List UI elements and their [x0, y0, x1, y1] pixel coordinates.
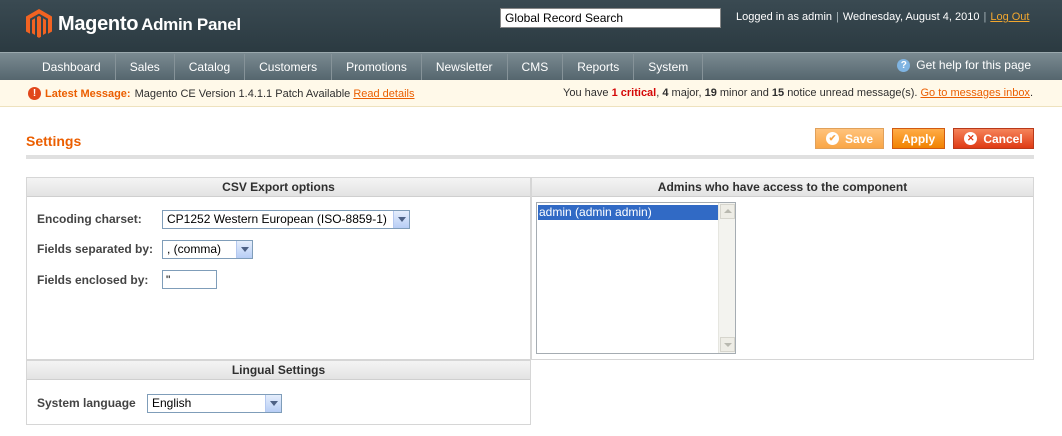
- admins-listbox[interactable]: admin (admin admin): [536, 202, 736, 354]
- nav-system[interactable]: System: [634, 54, 704, 80]
- cancel-button[interactable]: ✕ Cancel: [953, 128, 1034, 149]
- chevron-down-icon: [265, 395, 281, 412]
- chevron-down-icon: [393, 211, 409, 228]
- chevron-down-icon[interactable]: [720, 337, 735, 352]
- messages-inbox-link[interactable]: Go to messages inbox: [920, 87, 1029, 99]
- nav-catalog[interactable]: Catalog: [175, 54, 246, 80]
- magento-logo-icon: [26, 9, 52, 38]
- nav-reports[interactable]: Reports: [563, 54, 635, 80]
- nav-customers[interactable]: Customers: [245, 54, 333, 80]
- latest-message-label: Latest Message:: [45, 87, 131, 100]
- save-button[interactable]: ✔ Save: [815, 128, 884, 149]
- major-count: 4: [662, 87, 669, 99]
- encoding-select[interactable]: CP1252 Western European (ISO-8859-1): [162, 210, 410, 229]
- logo-sub: Admin Panel: [141, 14, 241, 34]
- header-date: Wednesday, August 4, 2010: [842, 11, 980, 23]
- encoding-label: Encoding charset:: [37, 212, 142, 226]
- nav-newsletter[interactable]: Newsletter: [422, 54, 508, 80]
- header-info: Logged in as admin | Wednesday, August 4, …: [736, 11, 1030, 23]
- read-details-link[interactable]: Read details: [353, 88, 414, 100]
- language-label: System language: [37, 396, 136, 410]
- message-summary: You have 1 critical, 4 major, 19 minor a…: [563, 87, 1033, 99]
- chevron-up-icon[interactable]: [720, 204, 735, 219]
- nav-cms[interactable]: CMS: [508, 54, 564, 80]
- apply-button[interactable]: Apply: [892, 128, 945, 149]
- separator-label: Fields separated by:: [37, 242, 154, 256]
- csv-export-heading: CSV Export options: [27, 178, 530, 197]
- close-icon: ✕: [964, 132, 978, 145]
- main-nav: Dashboard Sales Catalog Customers Promot…: [0, 52, 1062, 80]
- divider: [26, 155, 1034, 159]
- language-select[interactable]: English: [147, 394, 282, 413]
- nav-sales[interactable]: Sales: [116, 54, 175, 80]
- header: MagentoAdmin Panel Logged in as admin|We…: [0, 0, 1062, 52]
- admins-heading: Admins who have access to the component: [532, 178, 1033, 197]
- check-icon: ✔: [825, 132, 839, 145]
- logout-link[interactable]: Log Out: [990, 11, 1029, 23]
- list-item[interactable]: admin (admin admin): [538, 205, 719, 220]
- enclosed-label: Fields enclosed by:: [37, 273, 149, 287]
- lingual-fieldset: Lingual Settings: [26, 360, 531, 425]
- help-link[interactable]: ? Get help for this page: [897, 58, 1031, 72]
- csv-export-fieldset: CSV Export options: [26, 177, 531, 360]
- critical-count: 1 critical: [611, 87, 657, 99]
- global-search-input[interactable]: [500, 8, 721, 28]
- nav-promotions[interactable]: Promotions: [332, 54, 422, 80]
- chevron-down-icon: [236, 241, 252, 258]
- help-icon: ?: [897, 58, 911, 72]
- message-bar: ! Latest Message: Magento CE Version 1.4…: [0, 80, 1062, 107]
- latest-message-text: Magento CE Version 1.4.1.1 Patch Availab…: [134, 87, 351, 100]
- logged-in-text: Logged in as admin: [736, 11, 833, 23]
- lingual-heading: Lingual Settings: [27, 361, 530, 380]
- help-label: Get help for this page: [916, 58, 1031, 72]
- minor-count: 19: [704, 87, 717, 99]
- enclosed-input[interactable]: [162, 270, 217, 289]
- notice-count: 15: [771, 87, 785, 99]
- scrollbar[interactable]: [718, 203, 735, 353]
- nav-dashboard[interactable]: Dashboard: [28, 54, 116, 80]
- separator-select[interactable]: , (comma): [162, 240, 253, 259]
- warning-icon: !: [28, 87, 41, 100]
- logo-brand: Magento: [58, 12, 139, 35]
- magento-logo[interactable]: Magento Admin Panel: [26, 7, 241, 41]
- page-title: Settings: [26, 133, 82, 149]
